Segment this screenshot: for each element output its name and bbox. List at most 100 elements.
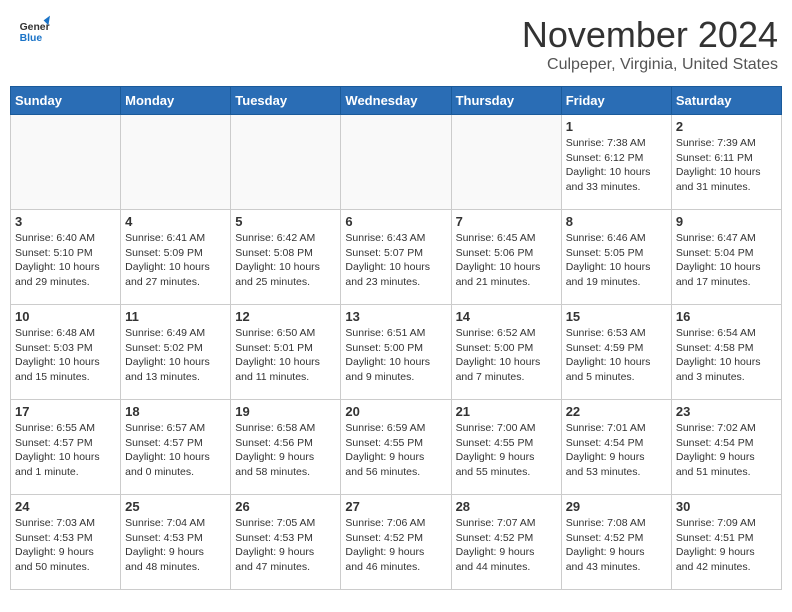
calendar-cell bbox=[11, 115, 121, 210]
day-number: 12 bbox=[235, 309, 336, 324]
calendar-cell bbox=[451, 115, 561, 210]
week-row-3: 17Sunrise: 6:55 AM Sunset: 4:57 PM Dayli… bbox=[11, 400, 782, 495]
weekday-header-thursday: Thursday bbox=[451, 87, 561, 115]
day-number: 29 bbox=[566, 499, 667, 514]
day-info: Sunrise: 7:04 AM Sunset: 4:53 PM Dayligh… bbox=[125, 516, 226, 575]
weekday-header-friday: Friday bbox=[561, 87, 671, 115]
calendar-cell: 10Sunrise: 6:48 AM Sunset: 5:03 PM Dayli… bbox=[11, 305, 121, 400]
day-info: Sunrise: 6:43 AM Sunset: 5:07 PM Dayligh… bbox=[345, 231, 446, 290]
day-number: 26 bbox=[235, 499, 336, 514]
calendar-cell: 28 Sunrise: 7:07 AM Sunset: 4:52 PM Dayli… bbox=[451, 495, 561, 590]
calendar-cell: 3Sunrise: 6:40 AM Sunset: 5:10 PM Daylig… bbox=[11, 210, 121, 305]
calendar-cell: 20 Sunrise: 6:59 AM Sunset: 4:55 PM Dayli… bbox=[341, 400, 451, 495]
calendar-cell: 9 Sunrise: 6:47 AM Sunset: 5:04 PM Daylig… bbox=[671, 210, 781, 305]
calendar-table: SundayMondayTuesdayWednesdayThursdayFrid… bbox=[10, 86, 782, 590]
weekday-header-row: SundayMondayTuesdayWednesdayThursdayFrid… bbox=[11, 87, 782, 115]
day-number: 17 bbox=[15, 404, 116, 419]
week-row-2: 10Sunrise: 6:48 AM Sunset: 5:03 PM Dayli… bbox=[11, 305, 782, 400]
day-number: 5 bbox=[235, 214, 336, 229]
day-info: Sunrise: 6:53 AM Sunset: 4:59 PM Dayligh… bbox=[566, 326, 667, 385]
calendar-cell: 17Sunrise: 6:55 AM Sunset: 4:57 PM Dayli… bbox=[11, 400, 121, 495]
day-number: 10 bbox=[15, 309, 116, 324]
calendar-cell: 18Sunrise: 6:57 AM Sunset: 4:57 PM Dayli… bbox=[121, 400, 231, 495]
day-number: 21 bbox=[456, 404, 557, 419]
day-number: 9 bbox=[676, 214, 777, 229]
calendar-cell: 21 Sunrise: 7:00 AM Sunset: 4:55 PM Dayli… bbox=[451, 400, 561, 495]
day-number: 16 bbox=[676, 309, 777, 324]
week-row-0: 1 Sunrise: 7:38 AM Sunset: 6:12 PM Daylig… bbox=[11, 115, 782, 210]
week-row-1: 3Sunrise: 6:40 AM Sunset: 5:10 PM Daylig… bbox=[11, 210, 782, 305]
day-number: 1 bbox=[566, 119, 667, 134]
day-number: 13 bbox=[345, 309, 446, 324]
location: Culpeper, Virginia, United States bbox=[522, 56, 778, 74]
logo-icon: General Blue bbox=[18, 14, 50, 46]
calendar-cell: 8Sunrise: 6:46 AM Sunset: 5:05 PM Daylig… bbox=[561, 210, 671, 305]
day-info: Sunrise: 7:02 AM Sunset: 4:54 PM Dayligh… bbox=[676, 421, 777, 480]
calendar-cell: 22 Sunrise: 7:01 AM Sunset: 4:54 PM Dayli… bbox=[561, 400, 671, 495]
calendar-cell: 1 Sunrise: 7:38 AM Sunset: 6:12 PM Daylig… bbox=[561, 115, 671, 210]
calendar-cell: 2 Sunrise: 7:39 AM Sunset: 6:11 PM Daylig… bbox=[671, 115, 781, 210]
calendar-cell: 30 Sunrise: 7:09 AM Sunset: 4:51 PM Dayli… bbox=[671, 495, 781, 590]
day-number: 22 bbox=[566, 404, 667, 419]
calendar-cell: 16 Sunrise: 6:54 AM Sunset: 4:58 PM Dayli… bbox=[671, 305, 781, 400]
day-info: Sunrise: 7:07 AM Sunset: 4:52 PM Dayligh… bbox=[456, 516, 557, 575]
weekday-header-sunday: Sunday bbox=[11, 87, 121, 115]
calendar-cell bbox=[121, 115, 231, 210]
day-number: 20 bbox=[345, 404, 446, 419]
day-number: 6 bbox=[345, 214, 446, 229]
day-number: 30 bbox=[676, 499, 777, 514]
logo: General Blue bbox=[18, 14, 50, 46]
day-number: 19 bbox=[235, 404, 336, 419]
weekday-header-saturday: Saturday bbox=[671, 87, 781, 115]
day-info: Sunrise: 6:47 AM Sunset: 5:04 PM Dayligh… bbox=[676, 231, 777, 290]
calendar-cell: 29Sunrise: 7:08 AM Sunset: 4:52 PM Dayli… bbox=[561, 495, 671, 590]
day-info: Sunrise: 7:01 AM Sunset: 4:54 PM Dayligh… bbox=[566, 421, 667, 480]
day-info: Sunrise: 7:05 AM Sunset: 4:53 PM Dayligh… bbox=[235, 516, 336, 575]
weekday-header-monday: Monday bbox=[121, 87, 231, 115]
day-info: Sunrise: 7:38 AM Sunset: 6:12 PM Dayligh… bbox=[566, 136, 667, 195]
calendar-cell: 24 Sunrise: 7:03 AM Sunset: 4:53 PM Dayli… bbox=[11, 495, 121, 590]
day-number: 4 bbox=[125, 214, 226, 229]
month-title: November 2024 bbox=[522, 14, 778, 56]
calendar-cell: 19 Sunrise: 6:58 AM Sunset: 4:56 PM Dayli… bbox=[231, 400, 341, 495]
calendar-cell: 11 Sunrise: 6:49 AM Sunset: 5:02 PM Dayli… bbox=[121, 305, 231, 400]
day-info: Sunrise: 6:54 AM Sunset: 4:58 PM Dayligh… bbox=[676, 326, 777, 385]
week-row-4: 24 Sunrise: 7:03 AM Sunset: 4:53 PM Dayli… bbox=[11, 495, 782, 590]
day-number: 11 bbox=[125, 309, 226, 324]
calendar-cell: 25 Sunrise: 7:04 AM Sunset: 4:53 PM Dayli… bbox=[121, 495, 231, 590]
day-info: Sunrise: 6:51 AM Sunset: 5:00 PM Dayligh… bbox=[345, 326, 446, 385]
calendar-cell bbox=[231, 115, 341, 210]
day-info: Sunrise: 6:49 AM Sunset: 5:02 PM Dayligh… bbox=[125, 326, 226, 385]
day-info: Sunrise: 6:46 AM Sunset: 5:05 PM Dayligh… bbox=[566, 231, 667, 290]
day-number: 2 bbox=[676, 119, 777, 134]
calendar-cell: 7Sunrise: 6:45 AM Sunset: 5:06 PM Daylig… bbox=[451, 210, 561, 305]
day-number: 23 bbox=[676, 404, 777, 419]
weekday-header-tuesday: Tuesday bbox=[231, 87, 341, 115]
calendar-cell: 6 Sunrise: 6:43 AM Sunset: 5:07 PM Daylig… bbox=[341, 210, 451, 305]
day-info: Sunrise: 6:41 AM Sunset: 5:09 PM Dayligh… bbox=[125, 231, 226, 290]
title-block: November 2024 Culpeper, Virginia, United… bbox=[522, 14, 778, 74]
calendar-cell: 4 Sunrise: 6:41 AM Sunset: 5:09 PM Daylig… bbox=[121, 210, 231, 305]
day-number: 24 bbox=[15, 499, 116, 514]
calendar-cell: 14Sunrise: 6:52 AM Sunset: 5:00 PM Dayli… bbox=[451, 305, 561, 400]
day-info: Sunrise: 7:39 AM Sunset: 6:11 PM Dayligh… bbox=[676, 136, 777, 195]
calendar-cell: 27 Sunrise: 7:06 AM Sunset: 4:52 PM Dayli… bbox=[341, 495, 451, 590]
day-number: 27 bbox=[345, 499, 446, 514]
day-number: 7 bbox=[456, 214, 557, 229]
day-info: Sunrise: 6:42 AM Sunset: 5:08 PM Dayligh… bbox=[235, 231, 336, 290]
day-info: Sunrise: 7:06 AM Sunset: 4:52 PM Dayligh… bbox=[345, 516, 446, 575]
day-info: Sunrise: 7:09 AM Sunset: 4:51 PM Dayligh… bbox=[676, 516, 777, 575]
calendar-cell bbox=[341, 115, 451, 210]
svg-text:Blue: Blue bbox=[20, 33, 43, 44]
day-number: 28 bbox=[456, 499, 557, 514]
day-info: Sunrise: 6:59 AM Sunset: 4:55 PM Dayligh… bbox=[345, 421, 446, 480]
day-number: 25 bbox=[125, 499, 226, 514]
calendar-cell: 5 Sunrise: 6:42 AM Sunset: 5:08 PM Daylig… bbox=[231, 210, 341, 305]
calendar-cell: 12Sunrise: 6:50 AM Sunset: 5:01 PM Dayli… bbox=[231, 305, 341, 400]
calendar-cell: 26 Sunrise: 7:05 AM Sunset: 4:53 PM Dayli… bbox=[231, 495, 341, 590]
day-info: Sunrise: 7:03 AM Sunset: 4:53 PM Dayligh… bbox=[15, 516, 116, 575]
calendar-cell: 13 Sunrise: 6:51 AM Sunset: 5:00 PM Dayli… bbox=[341, 305, 451, 400]
day-info: Sunrise: 6:58 AM Sunset: 4:56 PM Dayligh… bbox=[235, 421, 336, 480]
day-info: Sunrise: 7:00 AM Sunset: 4:55 PM Dayligh… bbox=[456, 421, 557, 480]
page-header: General Blue November 2024 Culpeper, Vir… bbox=[10, 10, 782, 78]
